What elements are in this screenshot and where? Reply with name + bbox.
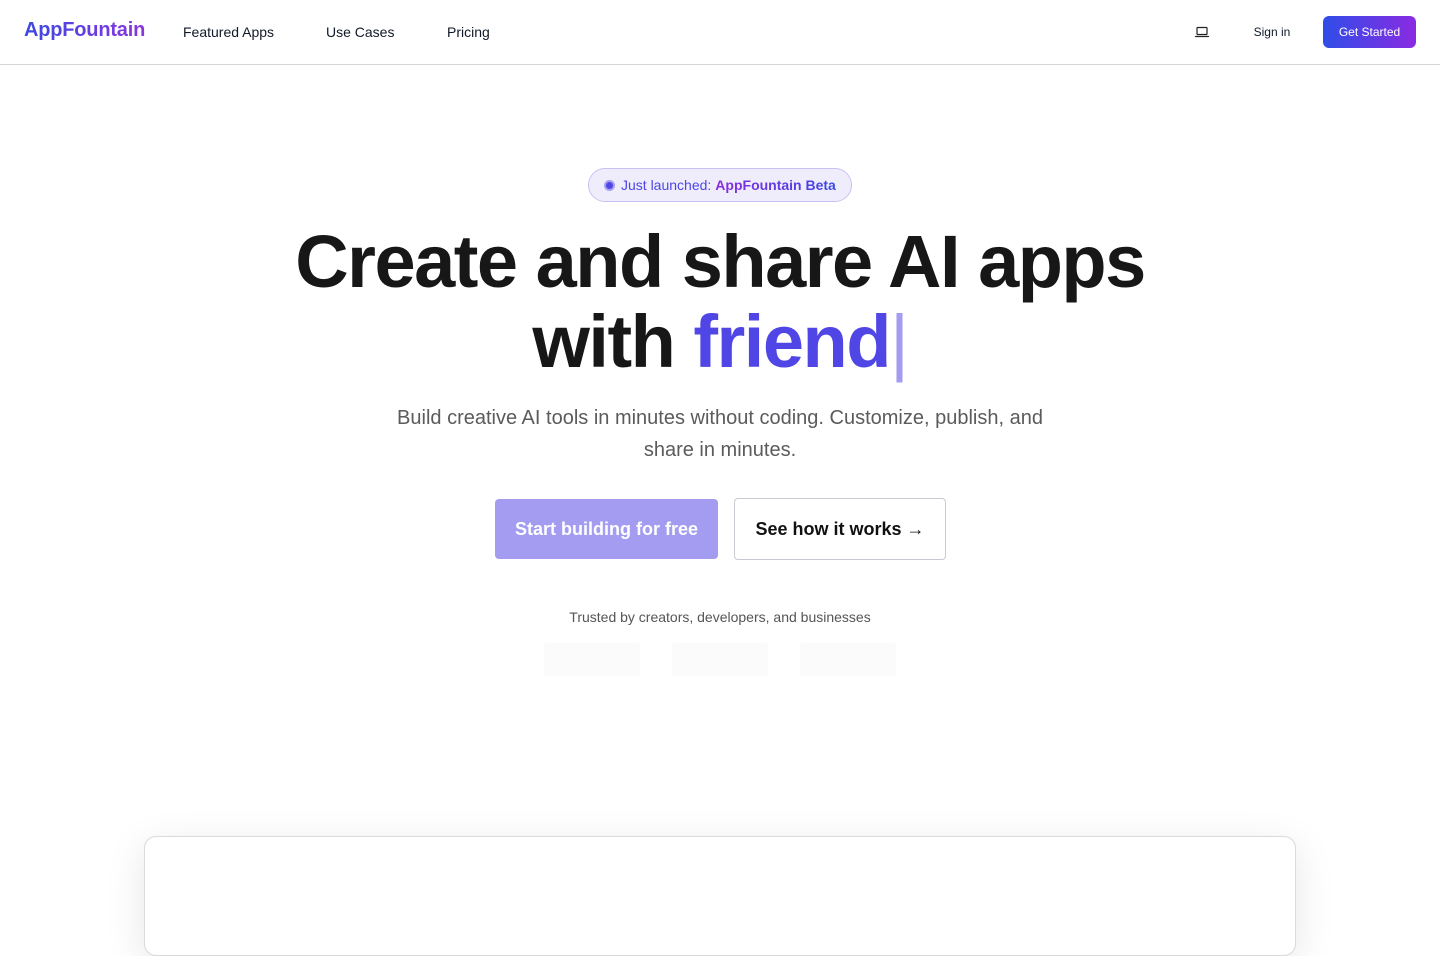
app-logo[interactable]: AppFountain [24,19,145,42]
sign-in-button[interactable]: Sign in [1240,16,1304,48]
hero-headline: Create and share AI apps with friend| [0,222,1440,382]
top-navbar: AppFountain Featured Apps Use Cases Pric… [0,0,1440,65]
badge-prefix: Just launched: [621,177,712,193]
typing-caret: | [889,300,909,383]
headline-accent-word: friend [693,300,891,383]
theme-toggle-button[interactable] [1186,16,1218,48]
get-started-button[interactable]: Get Started [1323,16,1416,48]
see-how-it-works-button[interactable]: See how it works → [734,498,946,560]
partner-logo-placeholder [800,643,896,676]
laptop-icon [1194,26,1210,38]
partner-logo-placeholder [544,643,640,676]
launch-badge[interactable]: Just launched: AppFountain Beta [588,168,852,202]
partner-logo-placeholder [672,643,768,676]
app-preview-card [144,836,1296,956]
start-building-button[interactable]: Start building for free [495,499,718,559]
nav-link-use-cases[interactable]: Use Cases [326,24,394,40]
headline-line-2-prefix: with [532,300,675,383]
nav-link-pricing[interactable]: Pricing [447,24,490,40]
headline-line-1: Create and share AI apps [295,220,1146,303]
status-dot-icon [604,179,615,191]
trusted-by-text: Trusted by creators, developers, and bus… [569,609,871,625]
nav-link-featured-apps[interactable]: Featured Apps [183,24,274,40]
badge-highlight: AppFountain Beta [715,177,836,193]
hero-subtitle: Build creative AI tools in minutes witho… [397,407,1043,461]
